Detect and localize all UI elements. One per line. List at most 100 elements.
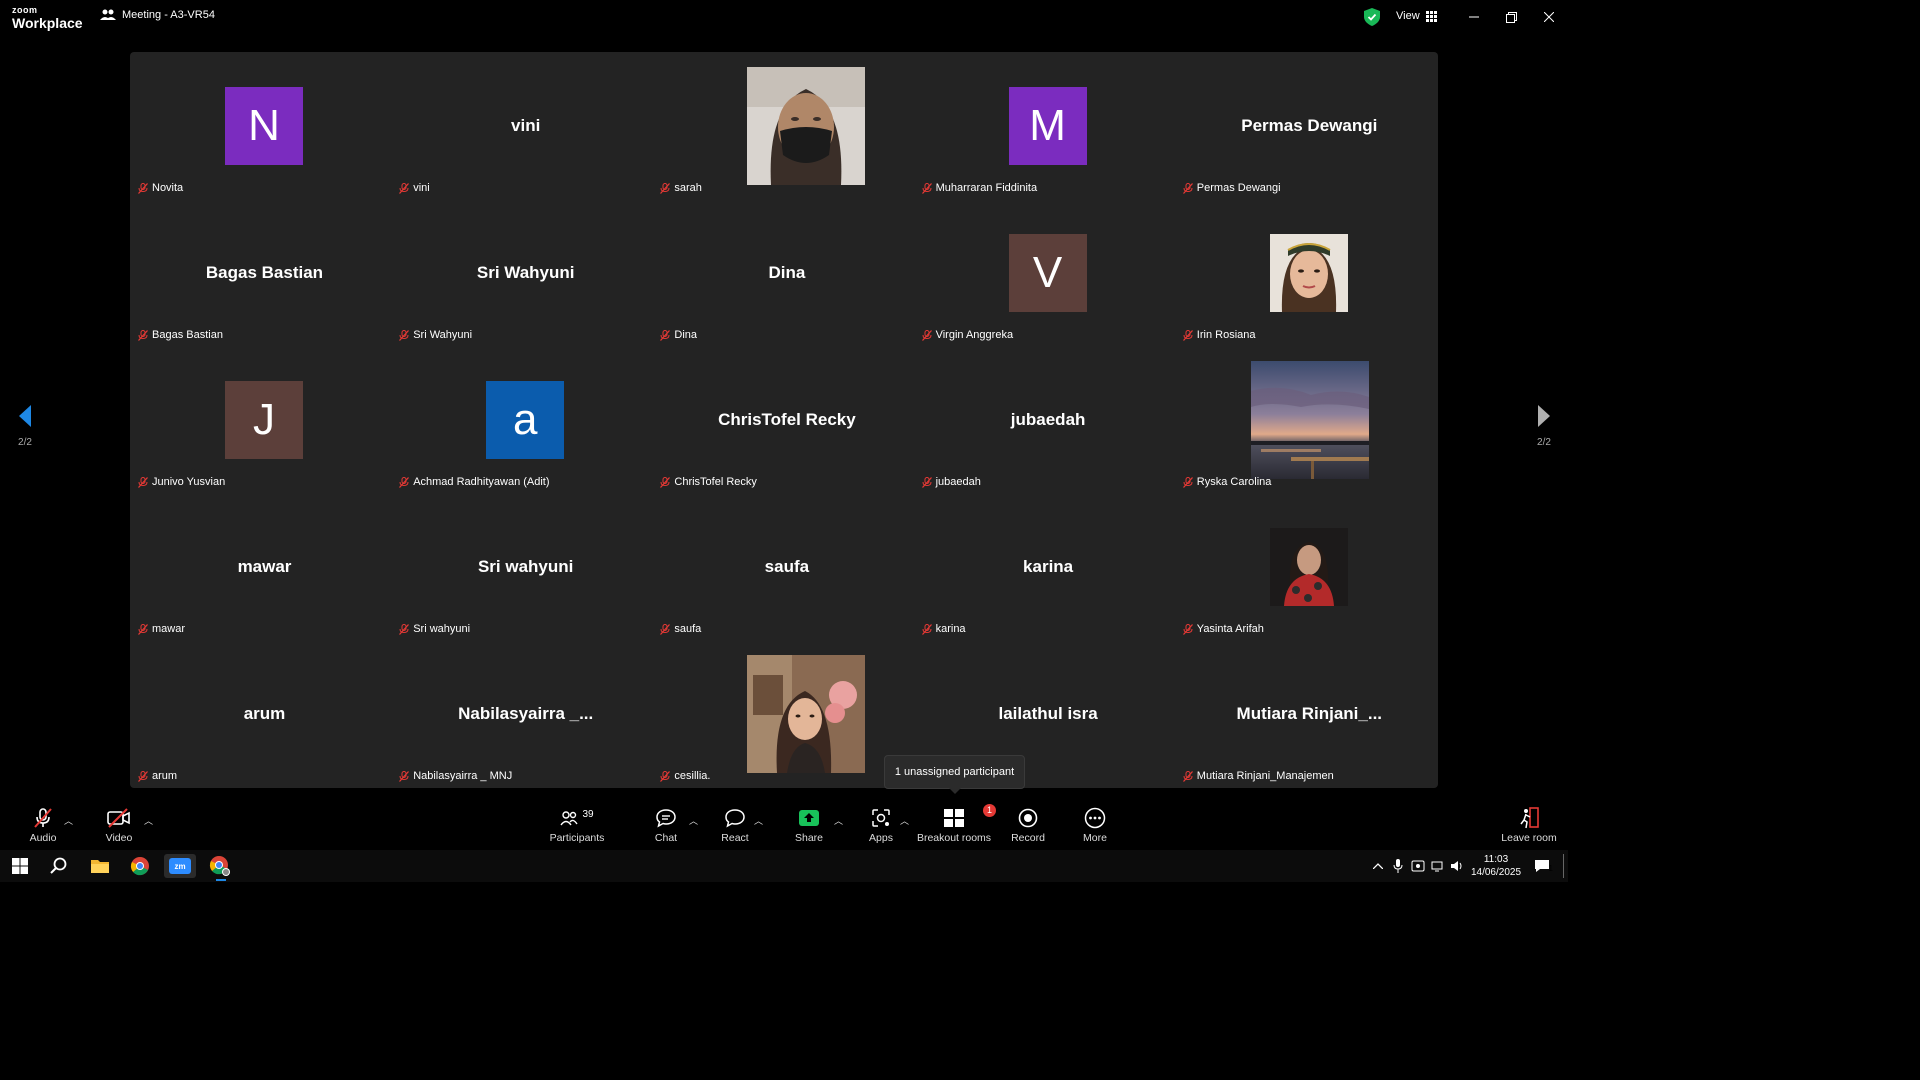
participant-tile[interactable]: Nabilasyairra _... Nabilasyairra _ MNJ bbox=[395, 640, 656, 787]
search-button[interactable] bbox=[43, 854, 75, 878]
participant-display-name: saufa bbox=[764, 557, 810, 576]
participant-tile[interactable]: cesillia. bbox=[656, 640, 917, 787]
record-button[interactable]: Record bbox=[1010, 806, 1046, 848]
participant-tile[interactable]: saufa saufa bbox=[656, 493, 917, 640]
chrome-profile-icon bbox=[209, 856, 230, 876]
participant-name: cesillia. bbox=[674, 770, 711, 782]
video-options-caret[interactable]: ︿ bbox=[144, 814, 153, 827]
tray-microphone[interactable] bbox=[1388, 854, 1408, 878]
share-button[interactable]: Share bbox=[794, 806, 824, 848]
participant-tile[interactable]: M Muharraran Fiddinita bbox=[918, 52, 1179, 199]
minimize-button[interactable] bbox=[1462, 6, 1486, 28]
zoom-window: zoom Workplace Meeting - A3-VR54 View 2/… bbox=[0, 0, 1568, 882]
participant-tile[interactable]: V Virgin Anggreka bbox=[918, 199, 1179, 346]
muted-microphone-icon bbox=[660, 182, 671, 194]
participant-tile[interactable]: arum arum bbox=[134, 640, 395, 787]
participant-tile[interactable]: Bagas Bastian Bagas Bastian bbox=[134, 199, 395, 346]
chat-label: Chat bbox=[654, 832, 678, 844]
muted-microphone-icon bbox=[399, 770, 410, 782]
notification-count: 1 bbox=[1548, 864, 1553, 873]
show-hidden-icons-button[interactable] bbox=[1366, 854, 1390, 878]
participant-tile[interactable]: sarah bbox=[656, 52, 917, 199]
audio-button[interactable]: Audio bbox=[26, 806, 60, 848]
more-button[interactable]: More bbox=[1080, 806, 1110, 848]
participant-tile[interactable]: Irin Rosiana bbox=[1179, 199, 1440, 346]
show-desktop-button[interactable] bbox=[1563, 854, 1564, 878]
react-options-caret[interactable]: ︿ bbox=[754, 814, 763, 827]
system-clock[interactable]: 11:03 14/06/2025 bbox=[1466, 853, 1526, 879]
participant-tile[interactable]: Ryska Carolina bbox=[1179, 346, 1440, 493]
muted-microphone-icon bbox=[399, 623, 410, 635]
participant-tile[interactable]: J Junivo Yusvian bbox=[134, 346, 395, 493]
start-button[interactable] bbox=[4, 854, 36, 878]
chrome-profile-button[interactable] bbox=[204, 854, 236, 878]
chrome-button[interactable] bbox=[124, 854, 156, 878]
next-page-button[interactable]: 2/2 bbox=[1532, 404, 1556, 456]
video-button[interactable]: Video bbox=[102, 806, 136, 848]
breakout-rooms-button[interactable]: 1 Breakout rooms bbox=[917, 804, 996, 848]
participant-name-label: Muharraran Fiddinita bbox=[921, 182, 1037, 194]
tray-network[interactable] bbox=[1428, 854, 1448, 878]
apps-icon bbox=[872, 809, 890, 827]
search-icon bbox=[50, 857, 67, 874]
record-icon bbox=[1018, 808, 1038, 828]
participant-display-name: lailathul isra bbox=[998, 704, 1098, 723]
file-explorer-button[interactable] bbox=[84, 854, 116, 878]
chat-button[interactable]: Chat bbox=[652, 806, 680, 848]
zoom-taskbar-button[interactable]: zm bbox=[164, 854, 196, 878]
participant-tile[interactable]: vini vini bbox=[395, 52, 656, 199]
muted-microphone-icon bbox=[1182, 476, 1193, 488]
muted-microphone-icon bbox=[138, 182, 148, 194]
close-icon bbox=[1544, 12, 1554, 22]
participant-tile[interactable]: Dina Dina bbox=[656, 199, 917, 346]
view-button[interactable]: View bbox=[1396, 10, 1437, 22]
close-button[interactable] bbox=[1537, 6, 1561, 28]
participant-tile[interactable]: ChrisTofel Recky ChrisTofel Recky bbox=[656, 346, 917, 493]
participants-icon bbox=[560, 811, 579, 826]
svg-text:zm: zm bbox=[174, 862, 185, 871]
volume-icon bbox=[1451, 861, 1462, 871]
participant-tile[interactable]: Permas Dewangi Permas Dewangi bbox=[1179, 52, 1440, 199]
participant-tile[interactable]: karina karina bbox=[918, 493, 1179, 640]
apps-button[interactable]: Apps bbox=[867, 806, 895, 848]
participant-tile[interactable]: mawar mawar bbox=[134, 493, 395, 640]
participant-display-name: Sri wahyuni bbox=[477, 557, 574, 576]
arrow-right-icon bbox=[1538, 405, 1550, 427]
restore-button[interactable] bbox=[1499, 6, 1523, 28]
participant-video bbox=[747, 655, 866, 773]
audio-label: Audio bbox=[29, 832, 57, 844]
participant-tile[interactable]: Sri Wahyuni Sri Wahyuni bbox=[395, 199, 656, 346]
leave-room-button[interactable]: Leave room bbox=[1500, 806, 1558, 848]
tray-volume[interactable] bbox=[1447, 854, 1467, 878]
participant-tile[interactable]: jubaedah jubaedah bbox=[918, 346, 1179, 493]
participant-tile[interactable]: Mutiara Rinjani_... Mutiara Rinjani_Manaj… bbox=[1179, 640, 1440, 787]
participant-tile[interactable]: a Achmad Radhityawan (Adit) bbox=[395, 346, 656, 493]
windows-taskbar: zm 11:03 14/06/2025 1 bbox=[0, 850, 1568, 882]
participant-tile[interactable]: N Novita bbox=[134, 52, 395, 199]
chat-options-caret[interactable]: ︿ bbox=[689, 814, 698, 827]
react-button[interactable]: React bbox=[720, 806, 750, 848]
participant-avatar: a bbox=[486, 381, 565, 459]
apps-options-caret[interactable]: ︿ bbox=[900, 814, 909, 827]
muted-microphone-icon bbox=[660, 476, 671, 488]
notification-center-button[interactable]: 1 bbox=[1528, 854, 1556, 878]
participant-video bbox=[1269, 234, 1348, 312]
participant-display-name: Sri Wahyuni bbox=[476, 263, 575, 282]
apps-label: Apps bbox=[869, 832, 893, 844]
title-bar: zoom Workplace Meeting - A3-VR54 View bbox=[0, 0, 1568, 36]
participant-name-label: mawar bbox=[138, 623, 185, 635]
participant-tile[interactable]: Sri wahyuni Sri wahyuni bbox=[395, 493, 656, 640]
previous-page-button[interactable]: 2/2 bbox=[13, 404, 37, 456]
participants-button[interactable]: 39 Participants bbox=[550, 806, 605, 848]
breakout-notification-badge: 1 bbox=[983, 804, 996, 817]
tray-camera[interactable] bbox=[1408, 854, 1428, 878]
share-options-caret[interactable]: ︿ bbox=[834, 814, 843, 827]
folder-icon bbox=[91, 860, 109, 873]
security-shield-icon[interactable] bbox=[1364, 8, 1380, 26]
participant-tile[interactable]: Yasinta Arifah bbox=[1179, 493, 1440, 640]
muted-microphone-icon bbox=[921, 623, 932, 635]
audio-options-caret[interactable]: ︿ bbox=[64, 814, 73, 827]
participant-name-label: Junivo Yusvian bbox=[138, 476, 225, 488]
muted-microphone-icon bbox=[138, 623, 148, 635]
muted-microphone-icon bbox=[399, 476, 410, 488]
